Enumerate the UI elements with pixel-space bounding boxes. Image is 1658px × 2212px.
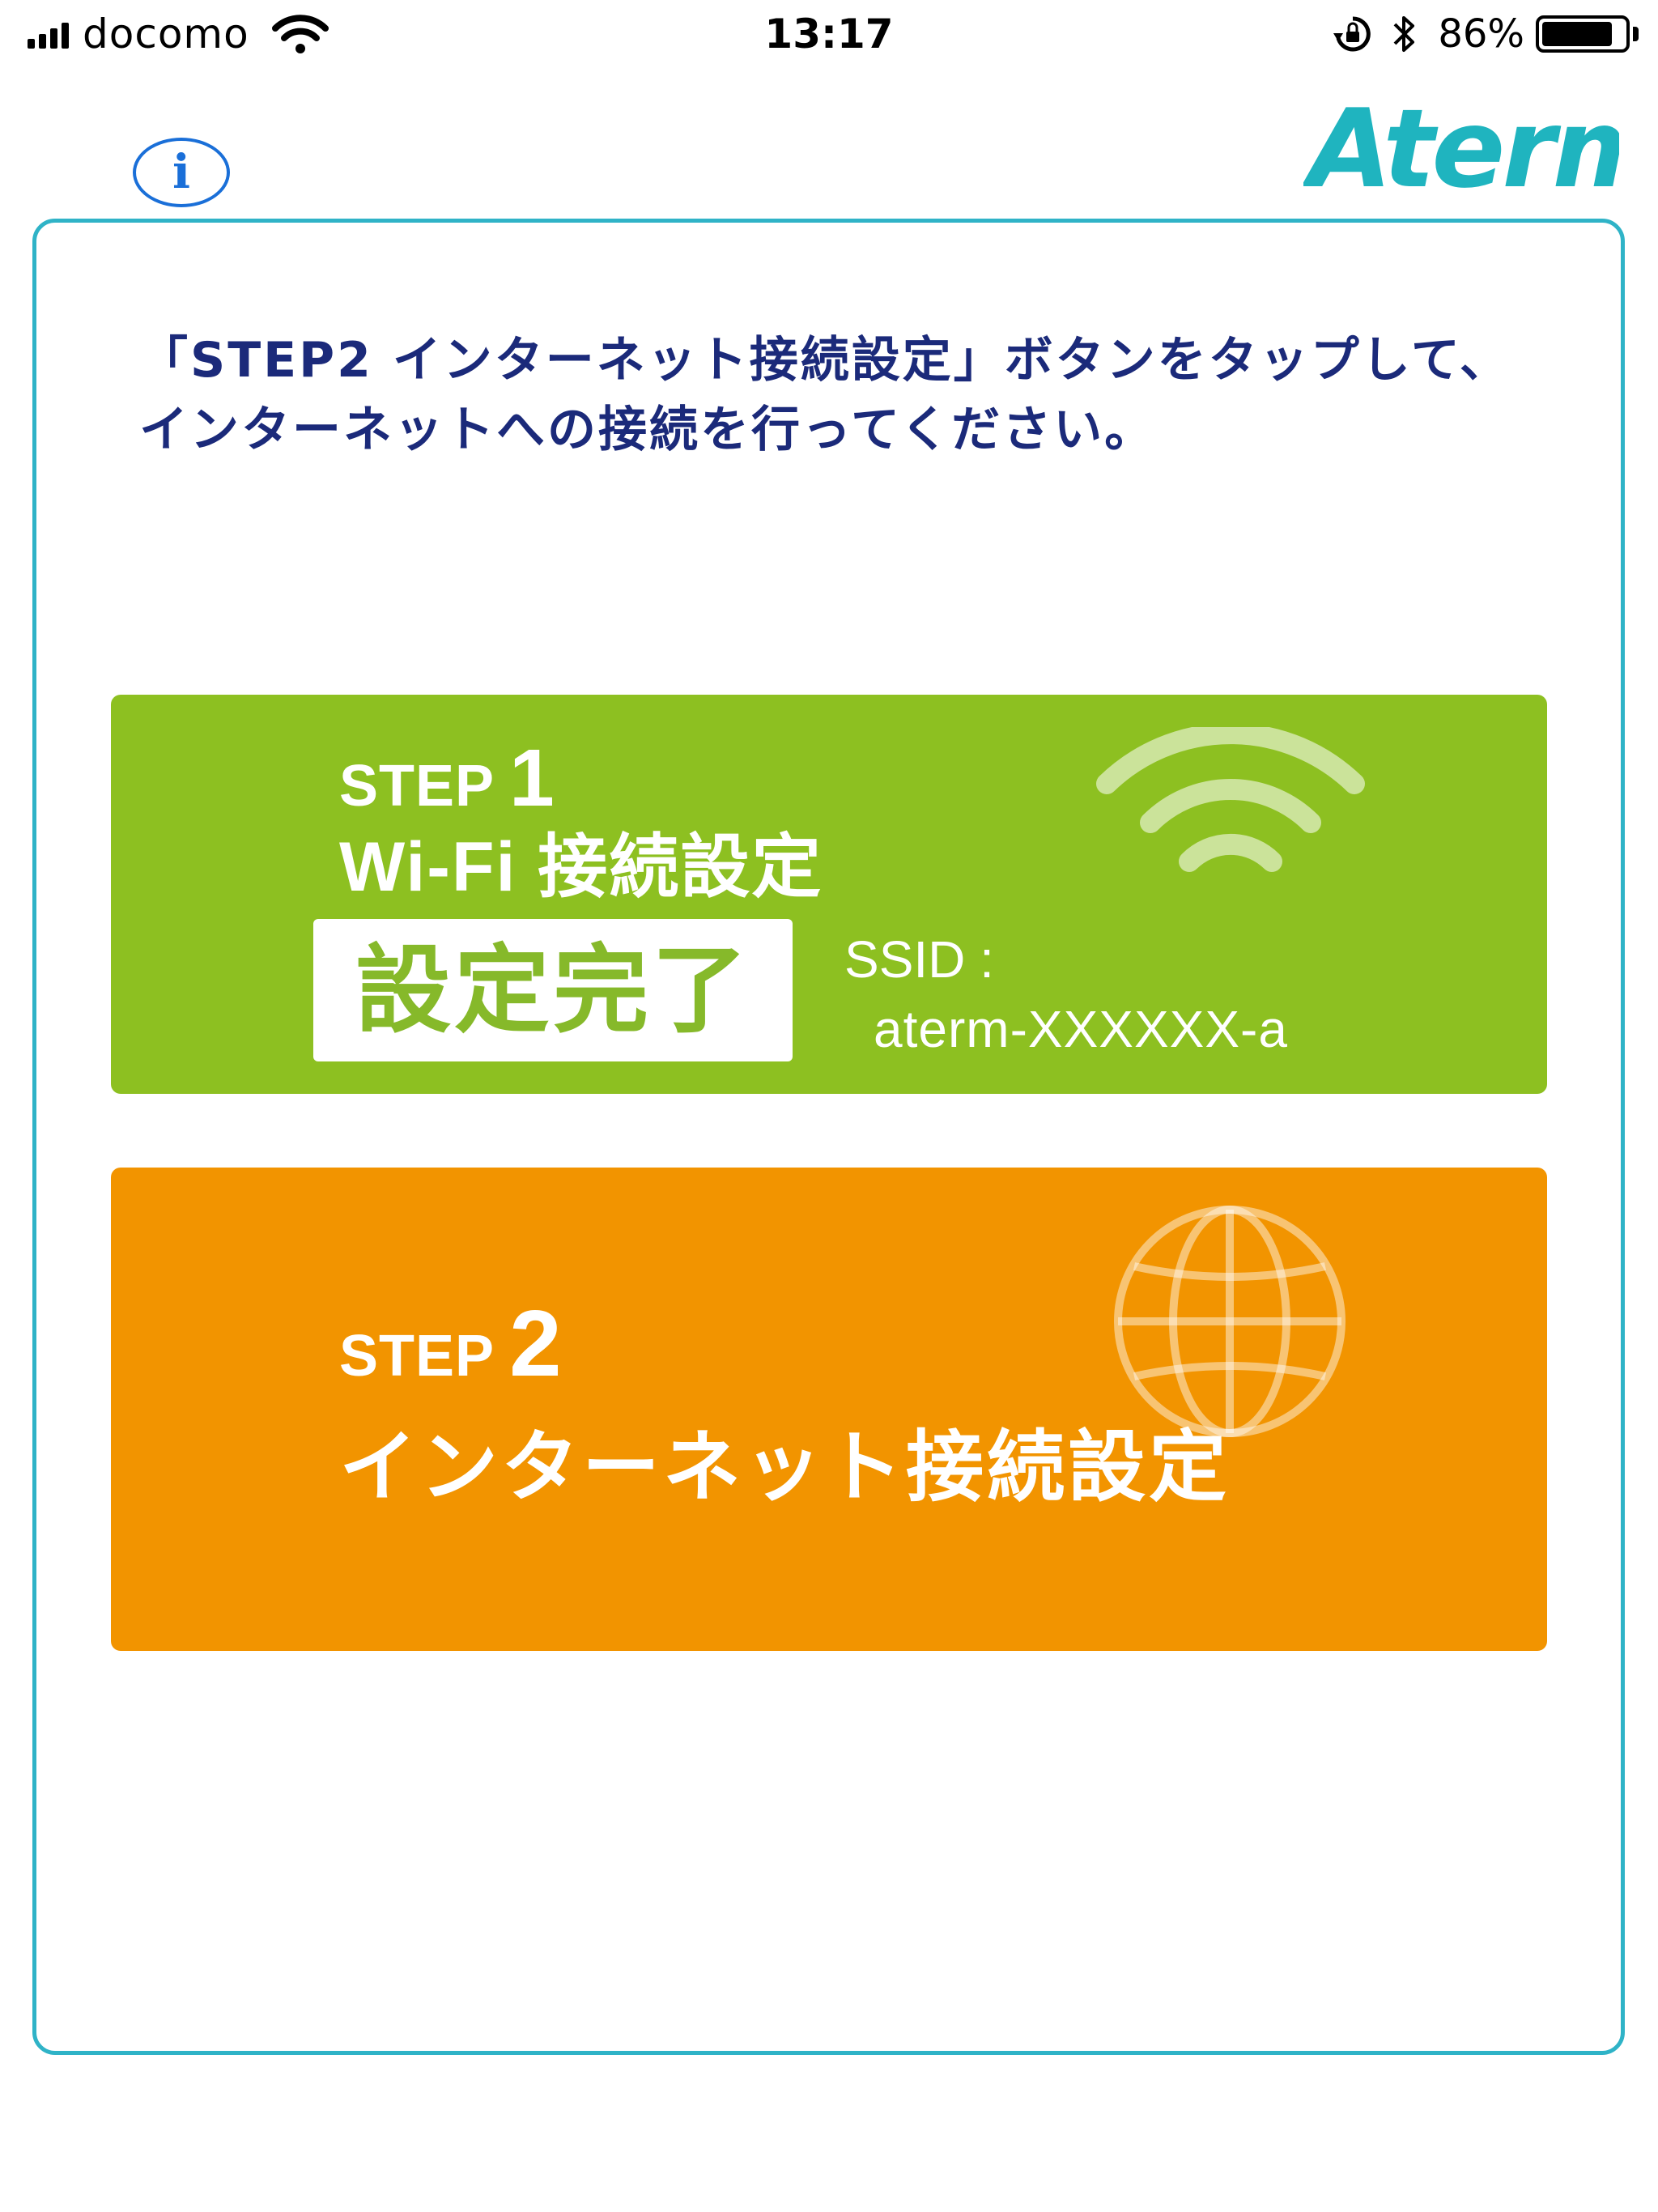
step2-label: STEP 2 — [339, 1289, 562, 1397]
ssid-value: aterm-XXXXXX-a — [874, 1000, 1288, 1058]
battery-percentage: 86% — [1438, 11, 1524, 57]
status-bar: docomo 13:17 86% — [0, 0, 1658, 65]
step1-title: Wi-Fi 接続設定 — [339, 828, 823, 906]
step2-internet-settings-button[interactable]: STEP 2 インターネット接続設定 — [111, 1168, 1547, 1651]
step-word: STEP — [339, 1324, 495, 1389]
status-badge: 設定完了 — [313, 919, 793, 1061]
ssid-label: SSID : — [844, 930, 994, 989]
wifi-icon — [1096, 727, 1365, 872]
instruction-text: 「STEP2 インターネット接続設定」ボタンをタップして、インターネットへの接続… — [139, 332, 1511, 458]
aterm-logo: Aterm — [1303, 96, 1619, 201]
bluetooth-icon — [1393, 16, 1415, 52]
step-number: 2 — [509, 1291, 562, 1396]
battery-level-fill — [1542, 22, 1612, 46]
step-word: STEP — [339, 754, 495, 819]
logo-text: Aterm — [1303, 96, 1619, 201]
main-card — [32, 219, 1625, 2055]
step1-wifi-settings-button[interactable]: STEP 1 Wi-Fi 接続設定 設定完了 SSID : aterm-XXXXX… — [111, 695, 1547, 1094]
battery-tip — [1633, 27, 1639, 41]
step2-title: インターネット接続設定 — [339, 1422, 1230, 1512]
rotation-lock-icon — [1333, 16, 1371, 52]
info-button[interactable]: i — [133, 138, 230, 207]
status-bar-right: 86% — [1331, 8, 1639, 60]
battery-icon — [1536, 15, 1630, 53]
